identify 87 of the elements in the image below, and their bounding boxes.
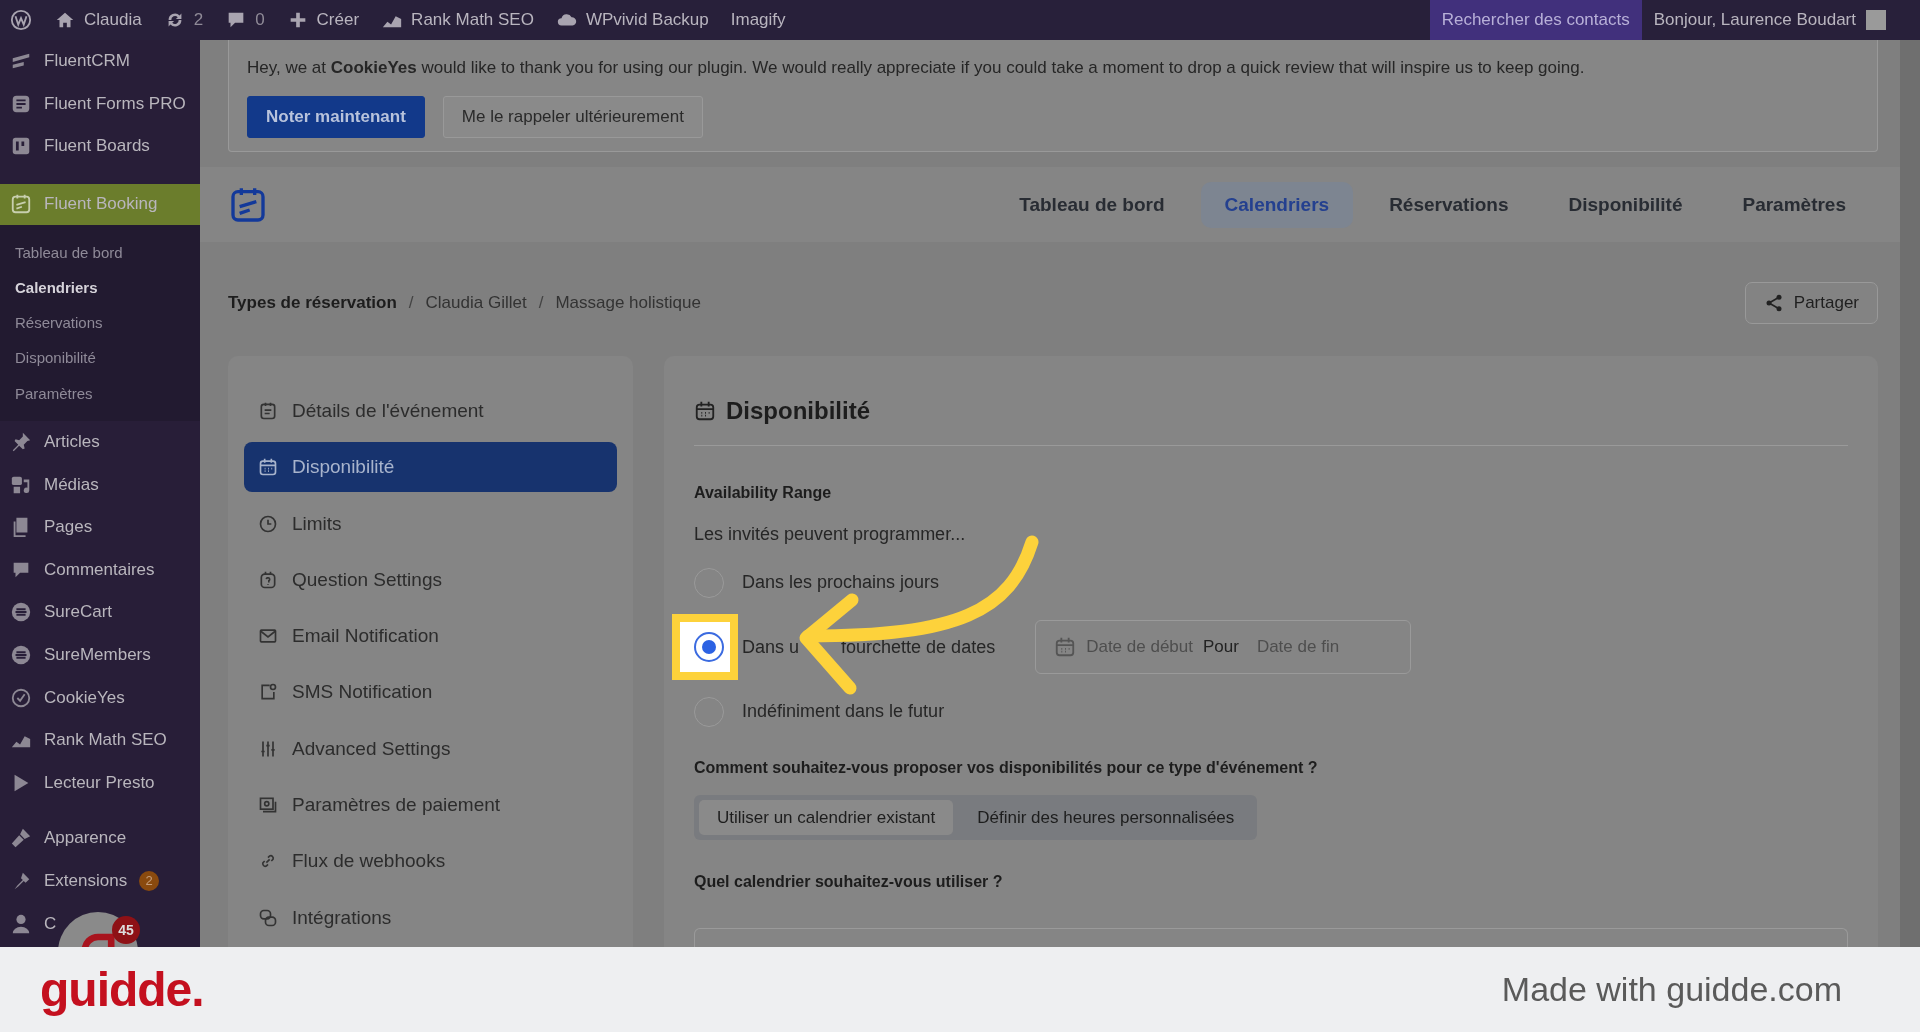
submenu-item[interactable]: Disponibilité	[0, 340, 200, 376]
sidebar-item[interactable]: Fluent Boards	[0, 125, 156, 168]
settings-menu-item[interactable]: Intégrations	[244, 892, 617, 943]
settings-menu-item[interactable]: Détails de l'événement	[244, 386, 617, 436]
notification-badge: 45	[112, 916, 140, 944]
hint-text: Les invités peuvent programmer...	[694, 523, 967, 546]
submenu-item[interactable]: Tableau de bord	[0, 234, 200, 270]
user-icon	[10, 912, 32, 935]
segment-option[interactable]: Utiliser un calendrier existant	[699, 800, 954, 836]
menu-link[interactable]: Créer	[316, 10, 360, 30]
clock-icon	[258, 513, 278, 534]
breadcrumb-separator: /	[538, 293, 544, 313]
count-label[interactable]: 2	[193, 10, 204, 30]
sidebar-item[interactable]: SureMembers	[0, 633, 157, 677]
stripes-circle-icon	[10, 601, 32, 624]
calendar-icon	[10, 193, 32, 216]
nav-tab[interactable]: Disponibilité	[1544, 181, 1707, 228]
phone-icon	[258, 682, 278, 703]
nav-tab[interactable]: Réservations	[1365, 181, 1533, 228]
check-circle-icon	[10, 686, 32, 709]
calendar-icon	[258, 457, 278, 478]
settings-menu-item[interactable]: Advanced Settings	[244, 723, 617, 774]
sidebar-item[interactable]: CookieYes	[0, 676, 131, 719]
settings-menu-item[interactable]: Email Notification	[244, 611, 617, 662]
guidde-logo: guidde.	[40, 962, 204, 1017]
count-label[interactable]: 0	[255, 10, 265, 30]
search-contacts-link[interactable]: Rechercher des contacts	[1429, 0, 1642, 40]
notepad-icon	[258, 401, 278, 421]
section-label: Availability Range	[694, 483, 833, 504]
sidebar-item[interactable]: Médias	[0, 463, 105, 506]
question-icon	[258, 569, 278, 590]
settings-menu-item[interactable]: Question Settings	[244, 554, 617, 605]
submenu-item[interactable]: Réservations	[0, 305, 200, 341]
option-label: Dans u	[742, 636, 800, 658]
sidebar-item[interactable]: Rank Math SEO	[0, 718, 173, 762]
breadcrumb-link[interactable]: Claudia Gillet	[425, 293, 527, 313]
payment-icon	[258, 795, 278, 816]
sidebar-item[interactable]: FluentCRM	[0, 40, 136, 83]
wordpress-logo-icon	[10, 9, 32, 31]
calendar-icon	[1054, 636, 1077, 658]
rate-now-button[interactable]: Noter maintenant	[247, 96, 425, 138]
nav-tab[interactable]: Paramètres	[1718, 181, 1870, 228]
share-button[interactable]: Partager	[1744, 282, 1878, 324]
sidebar-item[interactable]: Articles	[0, 420, 106, 464]
brush-icon	[10, 827, 32, 850]
sidebar-item[interactable]: Extensions 2	[0, 859, 166, 903]
greeting-link[interactable]: Bonjour, Laurence Boudart	[1653, 10, 1856, 30]
option-label: Dans les prochains jours	[742, 572, 940, 593]
segment-option[interactable]: Définir des heures personnalisées	[959, 800, 1253, 836]
avatar-icon	[1866, 10, 1886, 30]
notice-message: Hey, we at CookieYes would like to thank you for using our plugin. We would really appreciate if you could take a moment to drop a quick review that will inspire us to keep going.	[247, 58, 1586, 78]
sidebar-item[interactable]: Apparence	[0, 817, 133, 860]
sidebar-item[interactable]: C	[0, 902, 63, 945]
menu-link[interactable]: WPvivid Backup	[585, 10, 709, 30]
calendar-icon	[694, 400, 716, 422]
menu-link[interactable]: Rank Math SEO	[411, 10, 534, 30]
menu-link[interactable]: Imagify	[730, 10, 786, 30]
breadcrumb-separator: /	[408, 293, 414, 313]
scrollbar[interactable]	[1900, 40, 1920, 947]
remind-later-button[interactable]: Me le rappeler ultérieurement	[442, 96, 703, 138]
question-label: Quel calendrier souhaitez-vous utiliser ?	[694, 872, 1004, 893]
stripes-circle-icon	[10, 644, 32, 666]
pin-icon	[10, 431, 32, 453]
nav-tab[interactable]: Calendriers	[1200, 181, 1354, 228]
sidebar-item[interactable]: SureCart	[0, 591, 119, 634]
option-label: Indéfiniment dans le futur	[742, 701, 945, 722]
option-label: fourchette de dates	[841, 636, 996, 658]
settings-menu-item[interactable]: Flux de webhooks	[244, 836, 617, 887]
settings-menu-item[interactable]: Disponibilité	[244, 442, 617, 493]
nav-tab[interactable]: Tableau de bord	[995, 181, 1189, 228]
sidebar-item[interactable]: Pages	[0, 505, 99, 549]
overlap-icon	[258, 907, 278, 928]
credit-text: Made with guidde.com	[1501, 970, 1842, 1009]
settings-menu-item[interactable]: SMS Notification	[244, 667, 617, 718]
menu-link[interactable]: Claudia	[84, 10, 142, 30]
sidebar-item[interactable]: Commentaires	[0, 548, 161, 592]
count-badge: 2	[139, 870, 160, 891]
panel-title: Disponibilité	[726, 397, 870, 425]
sidebar-item[interactable]: Fluent Forms PRO	[0, 82, 192, 126]
submenu-item[interactable]: Paramètres	[0, 375, 200, 411]
calendar-select[interactable]	[694, 928, 1848, 947]
question-label: Comment souhaitez-vous proposer vos disponibilités pour ce type d'événement ?	[694, 758, 1319, 778]
sidebar-item[interactable]: Lecteur Presto	[0, 761, 161, 805]
submenu-item[interactable]: Calendriers	[0, 269, 200, 306]
settings-menu-item[interactable]: Paramètres de paiement	[244, 780, 617, 831]
settings-menu-item[interactable]: Limits	[244, 498, 617, 549]
breadcrumb-link[interactable]: Types de réservation	[228, 293, 397, 313]
